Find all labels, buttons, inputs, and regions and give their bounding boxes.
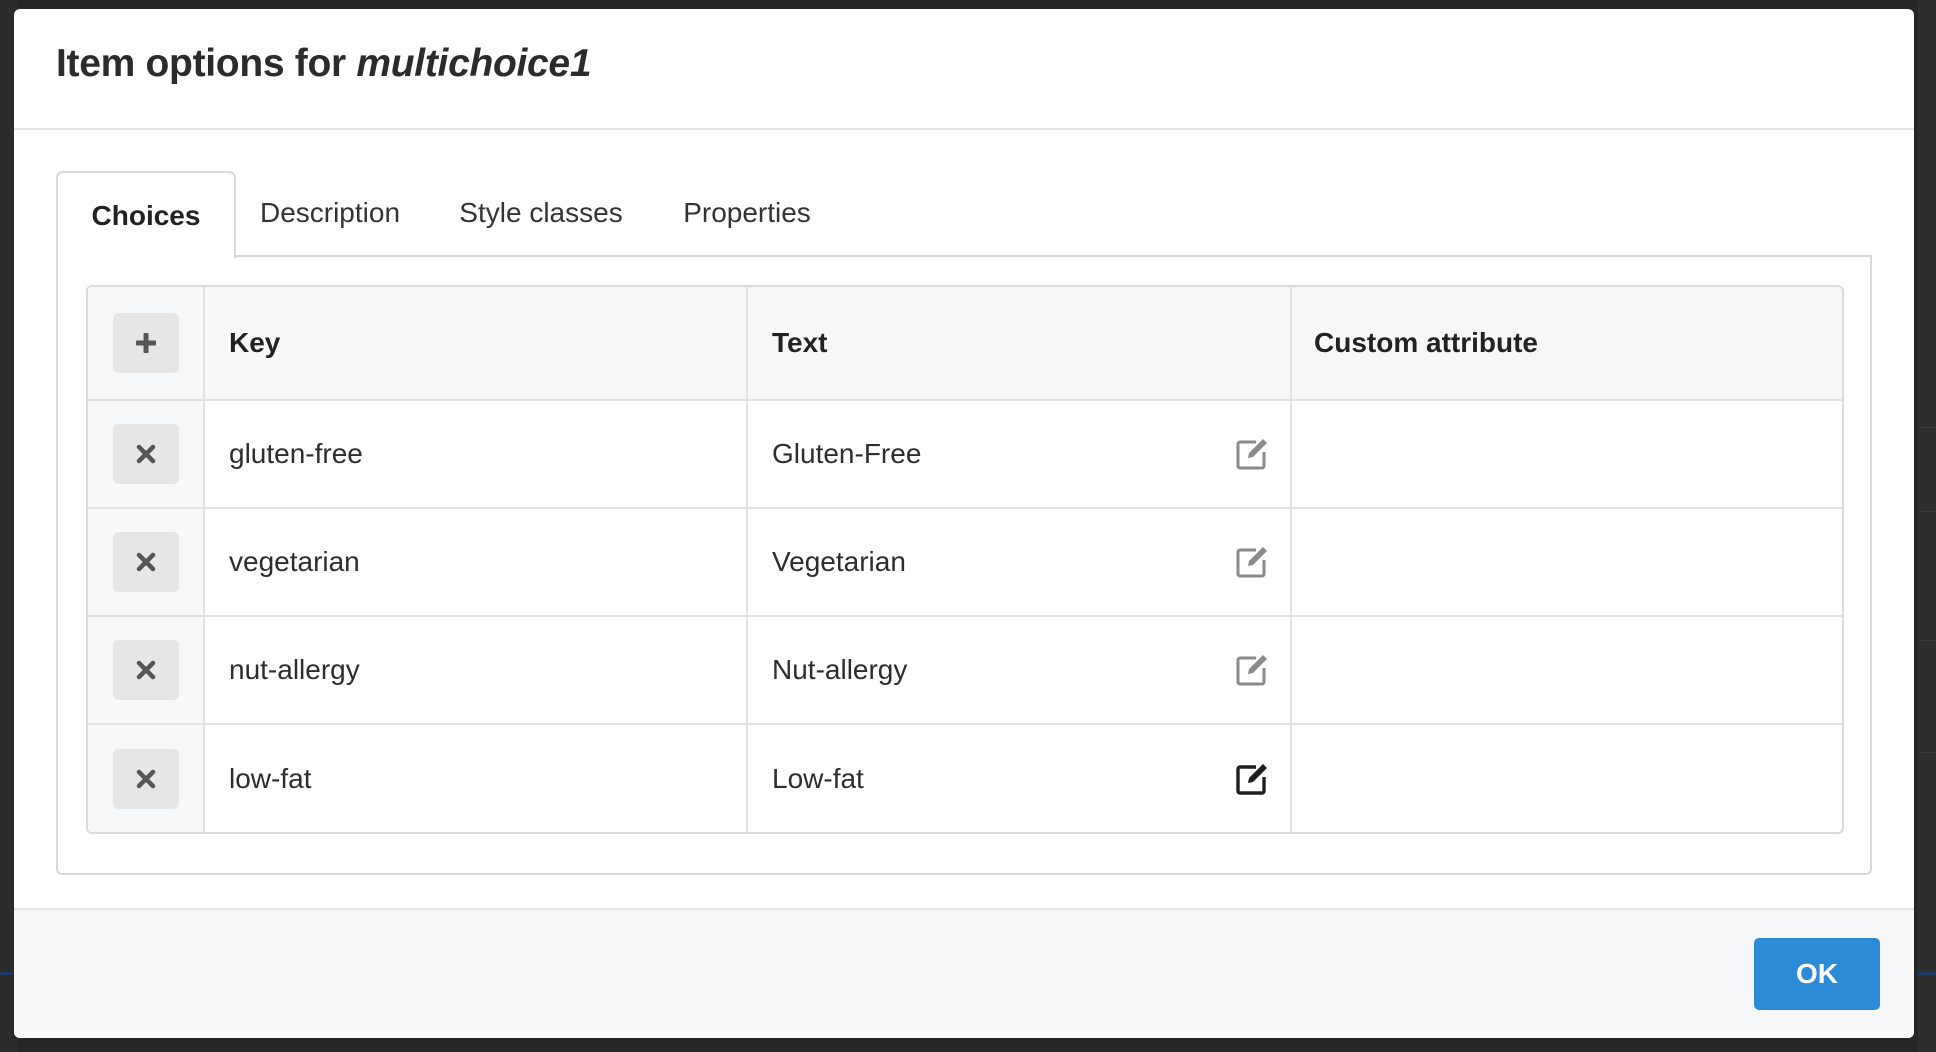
edit-icon[interactable] [1234, 761, 1270, 797]
edit-icon[interactable] [1234, 544, 1270, 580]
column-header-key: Key [205, 287, 748, 399]
add-choice-button[interactable] [112, 313, 179, 373]
choice-key: low-fat [205, 725, 748, 832]
dialog-title-prefix: Item options for [56, 42, 346, 85]
choices-table: Key Text Custom attribute gluten-free Gl… [86, 285, 1844, 834]
header-add-cell [88, 287, 205, 399]
choice-key: vegetarian [205, 509, 748, 615]
remove-choice-button[interactable] [112, 749, 179, 809]
table-header-row: Key Text Custom attribute [88, 287, 1842, 401]
table-row: vegetarian Vegetarian [88, 509, 1842, 617]
close-icon [136, 769, 155, 789]
backdrop-divider [1918, 752, 1936, 753]
row-remove-cell [88, 725, 205, 832]
choice-text-cell: Gluten-Free [748, 401, 1292, 507]
remove-choice-button[interactable] [112, 640, 179, 700]
remove-choice-button[interactable] [112, 424, 179, 484]
item-options-dialog: Item options for multichoice1 Choices De… [14, 9, 1914, 1038]
choice-key: gluten-free [205, 401, 748, 507]
row-remove-cell [88, 617, 205, 723]
backdrop-divider [1918, 640, 1936, 641]
choices-panel: Key Text Custom attribute gluten-free Gl… [56, 255, 1872, 875]
dialog-header: Item options for multichoice1 [14, 9, 1914, 130]
tab-choices[interactable]: Choices [56, 171, 236, 258]
column-header-text: Text [748, 287, 1292, 399]
tab-style-classes[interactable]: Style classes [456, 171, 626, 255]
ok-button[interactable]: OK [1754, 938, 1880, 1010]
column-header-custom-attribute: Custom attribute [1314, 327, 1538, 358]
choice-key: nut-allergy [205, 617, 748, 723]
choice-custom-attribute[interactable] [1292, 617, 1842, 723]
backdrop-divider [1918, 427, 1936, 428]
edit-icon[interactable] [1234, 652, 1270, 688]
backdrop-accent [1918, 972, 1936, 975]
choice-text: Gluten-Free [772, 438, 922, 469]
choice-custom-attribute[interactable] [1292, 509, 1842, 615]
table-row: gluten-free Gluten-Free [88, 401, 1842, 509]
backdrop-right [1918, 0, 1936, 1052]
dialog-title: Item options for multichoice1 [56, 42, 592, 86]
choice-custom-attribute[interactable] [1292, 725, 1842, 832]
edit-icon[interactable] [1234, 436, 1270, 472]
table-row: nut-allergy Nut-allergy [88, 617, 1842, 725]
choice-custom-attribute[interactable] [1292, 401, 1842, 507]
dialog-footer: OK [14, 908, 1914, 1038]
choice-text-cell: Vegetarian [748, 509, 1292, 615]
remove-choice-button[interactable] [112, 532, 179, 592]
choice-text-cell: Low-fat [748, 725, 1292, 832]
choice-text-cell: Nut-allergy [748, 617, 1292, 723]
tabs-container: Choices Description Style classes Proper… [56, 171, 1872, 875]
tab-bar: Choices Description Style classes Proper… [56, 171, 1872, 258]
row-remove-cell [88, 509, 205, 615]
backdrop-divider [1918, 511, 1936, 512]
choice-text: Low-fat [772, 763, 864, 794]
choice-text: Nut-allergy [772, 654, 908, 685]
tab-properties[interactable]: Properties [670, 171, 824, 255]
close-icon [136, 660, 155, 680]
plus-icon [135, 333, 156, 353]
choice-text: Vegetarian [772, 546, 906, 577]
row-remove-cell [88, 401, 205, 507]
close-icon [136, 444, 155, 464]
dialog-item-name: multichoice1 [356, 42, 592, 85]
close-icon [136, 552, 155, 572]
table-row: low-fat Low-fat [88, 725, 1842, 832]
tab-description[interactable]: Description [246, 171, 414, 255]
